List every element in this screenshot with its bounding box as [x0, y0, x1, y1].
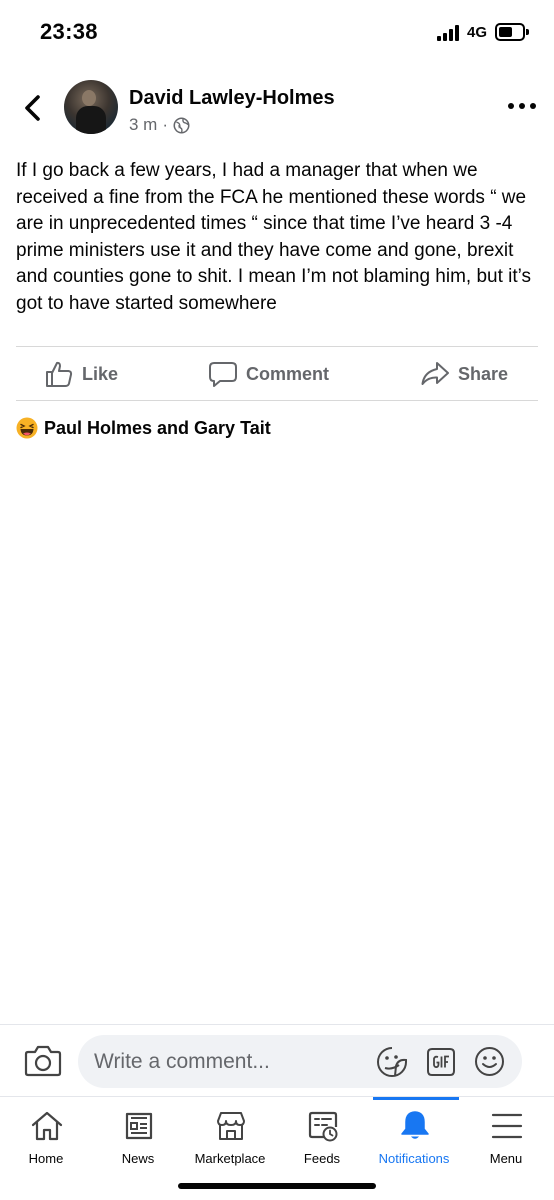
post-actions: Like Comment Share	[16, 348, 538, 400]
post-meta: 3 m ·	[129, 115, 190, 135]
signal-icon	[437, 25, 463, 41]
thumbs-up-icon	[46, 361, 73, 387]
nav-label-notifications: Notifications	[378, 1151, 450, 1166]
menu-icon	[491, 1113, 523, 1139]
like-button[interactable]: Like	[44, 348, 118, 400]
network-type: 4G	[467, 24, 488, 41]
share-arrow-icon	[421, 362, 449, 385]
meta-separator: ·	[162, 115, 169, 134]
comment-placeholder: Write a comment...	[94, 1050, 270, 1073]
status-time: 23:38	[40, 19, 98, 44]
post-time: 3 m	[129, 115, 158, 134]
nav-label-menu: Menu	[489, 1151, 523, 1166]
more-dots-icon	[508, 103, 536, 109]
camera-button[interactable]	[24, 1043, 62, 1077]
more-options-button[interactable]	[505, 96, 539, 116]
divider	[16, 346, 538, 347]
gif-button[interactable]	[425, 1046, 457, 1078]
like-label: Like	[82, 363, 119, 384]
back-button[interactable]	[18, 92, 50, 124]
nav-label-home: Home	[28, 1151, 64, 1166]
nav-label-marketplace: Marketplace	[194, 1151, 266, 1166]
avatar[interactable]	[64, 80, 118, 134]
chevron-left-icon	[25, 95, 40, 121]
share-label: Share	[458, 363, 509, 384]
nav-notifications[interactable]: Notifications	[368, 1097, 460, 1177]
author-name[interactable]: David Lawley-Holmes	[129, 87, 335, 110]
reactions-summary[interactable]: Paul Holmes and Gary Tait	[16, 415, 271, 441]
divider	[16, 400, 538, 401]
smiley-icon	[475, 1047, 504, 1076]
sticker-button[interactable]	[376, 1046, 408, 1078]
comment-bubble-icon	[209, 362, 237, 387]
bell-icon	[401, 1111, 429, 1139]
nav-home[interactable]: Home	[0, 1097, 92, 1177]
sticker-icon	[377, 1047, 407, 1077]
nav-label-news: News	[121, 1151, 155, 1166]
emoji-button[interactable]	[474, 1046, 505, 1077]
camera-icon	[24, 1045, 62, 1077]
globe-icon	[173, 117, 190, 133]
battery-icon	[495, 23, 529, 41]
news-icon	[125, 1112, 153, 1140]
nav-feeds[interactable]: Feeds	[276, 1097, 368, 1177]
status-bar: 23:38 4G	[0, 0, 554, 64]
marketplace-icon	[217, 1112, 245, 1140]
comment-composer: Write a comment...	[0, 1024, 554, 1096]
home-icon	[31, 1111, 63, 1141]
comment-label: Comment	[246, 363, 330, 384]
comment-input[interactable]: Write a comment...	[78, 1035, 522, 1088]
gif-icon	[427, 1048, 455, 1076]
nav-label-feeds: Feeds	[303, 1151, 341, 1166]
post-text: If I go back a few years, I had a manage…	[16, 160, 532, 314]
post-screen: 23:38 4G David Lawley-Holmes 3 m · If I …	[0, 0, 554, 1200]
share-button[interactable]: Share	[420, 348, 508, 400]
nav-marketplace[interactable]: Marketplace	[184, 1097, 276, 1177]
nav-news[interactable]: News	[92, 1097, 184, 1177]
nav-menu[interactable]: Menu	[460, 1097, 552, 1177]
home-indicator	[178, 1183, 376, 1189]
comment-button[interactable]: Comment	[208, 348, 329, 400]
haha-icon	[16, 417, 38, 439]
feeds-icon	[308, 1111, 338, 1142]
reactors-names: Paul Holmes and Gary Tait	[44, 417, 271, 438]
